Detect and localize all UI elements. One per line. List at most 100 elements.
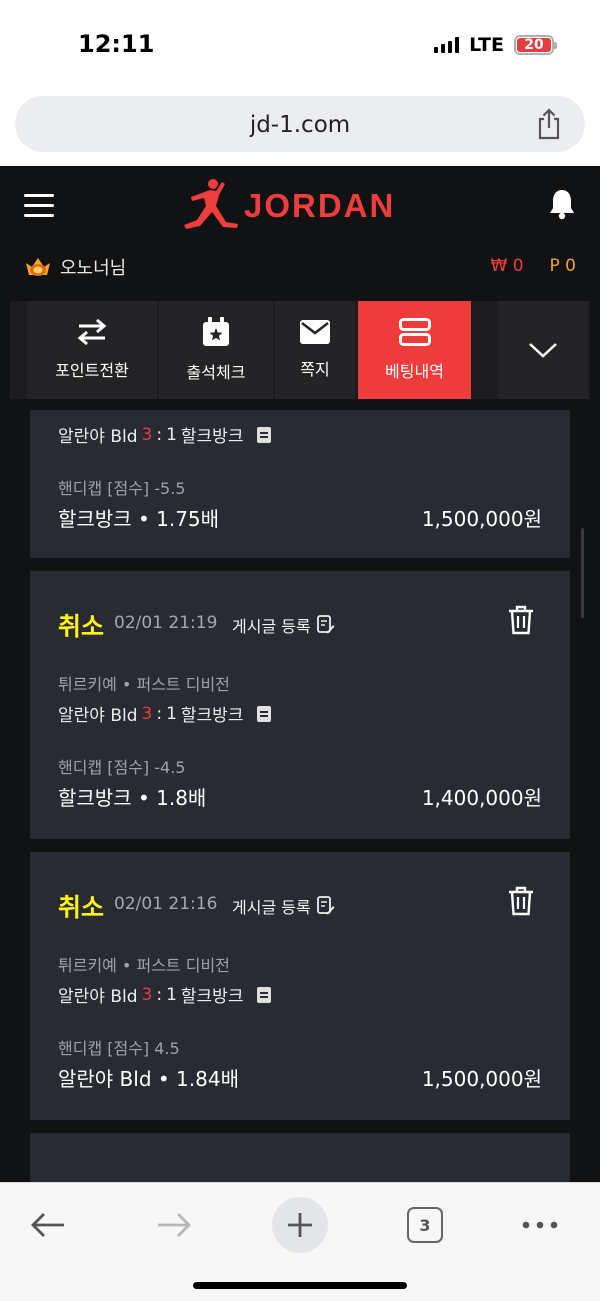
document-icon[interactable] [257, 986, 272, 1003]
chevron-down-icon [529, 343, 557, 358]
forward-button[interactable] [146, 1197, 202, 1253]
nav-label: 베팅내역 [385, 362, 444, 381]
home-score: 3 [141, 703, 153, 724]
document-icon[interactable] [257, 705, 272, 722]
post-register-label: 게시글 등록 [232, 898, 311, 917]
edit-document-icon [316, 896, 335, 915]
home-team: 알란야 Bld [58, 987, 138, 1007]
nav-label: 출석체크 [186, 363, 246, 382]
match-teams: 알란야 Bld 3 : 1 할크방크 [58, 982, 272, 1007]
url-text[interactable]: jd-1.com [15, 112, 585, 138]
status-indicators: LTE 20 [434, 34, 557, 56]
home-score: 3 [141, 984, 153, 1005]
score-separator: : [156, 424, 163, 445]
away-score: 1 [166, 424, 177, 445]
home-team: 알란야 Bld [58, 706, 138, 726]
document-icon[interactable] [257, 426, 272, 443]
jumpman-icon [184, 179, 238, 229]
brand-name: JORDAN [244, 187, 396, 224]
post-register-label: 게시글 등록 [232, 617, 311, 636]
tab-count: 3 [407, 1207, 443, 1243]
address-bar[interactable]: jd-1.com [15, 96, 585, 152]
back-button[interactable] [20, 1197, 76, 1253]
point-balance[interactable]: P 0 [550, 256, 576, 276]
level-badge-icon [26, 258, 50, 276]
home-score: 3 [141, 424, 153, 445]
bet-status: 취소 [58, 893, 105, 922]
status-bar: 12:11 LTE 20 [0, 0, 600, 90]
bet-card: 알란야 Bld 3 : 1 할크방크 핸디캡 [점수] -5.5 할크방크 • … [30, 410, 570, 558]
wallet: ₩ 0 P 0 [490, 256, 576, 276]
bet-pick: 알란야 Bld • 1.84배 [58, 1067, 239, 1091]
new-tab-button[interactable] [272, 1197, 328, 1253]
away-team: 할크방크 [180, 706, 244, 726]
plus-icon [288, 1213, 312, 1237]
bet-league: 튀르키예 • 퍼스트 디비전 [58, 675, 230, 694]
pick-odds: 1.84배 [176, 1067, 239, 1091]
bet-status: 취소 [58, 612, 105, 641]
nav-attendance[interactable]: 출석체크 [159, 301, 273, 399]
score-separator: : [156, 703, 163, 724]
user-name: 오노너님 [60, 258, 127, 279]
mail-icon [300, 320, 330, 344]
bet-amount: 1,400,000원 [421, 786, 542, 810]
away-team: 할크방크 [180, 987, 244, 1007]
bell-icon[interactable] [548, 188, 576, 220]
trash-icon[interactable] [508, 886, 534, 916]
nav-more-button[interactable] [498, 301, 588, 399]
scrollbar[interactable] [581, 528, 584, 618]
nav-label: 포인트전환 [55, 361, 129, 380]
pick-team: 할크방크 [58, 507, 132, 531]
brand-logo[interactable]: JORDAN [180, 178, 395, 234]
battery-icon: 20 [514, 35, 557, 55]
bet-market: 핸디캡 [점수] -5.5 [58, 479, 186, 498]
browser-address-area: jd-1.com [0, 90, 600, 166]
bet-league: 튀르키예 • 퍼스트 디비전 [58, 956, 230, 975]
edit-document-icon [316, 615, 335, 634]
home-indicator [193, 1282, 407, 1289]
more-dots-icon [522, 1221, 558, 1229]
bet-amount: 1,500,000원 [421, 1067, 542, 1091]
bet-card: 취소 02/01 21:16 게시글 등록 튀르키예 • 퍼스트 디비전 알란야… [30, 852, 570, 1120]
browser-toolbar: 3 [0, 1182, 600, 1301]
arrow-right-icon [158, 1213, 191, 1237]
bet-card [30, 1133, 570, 1182]
arrow-left-icon [31, 1213, 64, 1237]
pick-odds: 1.8배 [156, 786, 207, 810]
network-type: LTE [469, 34, 504, 56]
calendar-star-icon [203, 317, 229, 346]
nav-bet-history[interactable]: 베팅내역 [358, 301, 471, 399]
bet-pick: 할크방크 • 1.8배 [58, 786, 207, 810]
bet-amount: 1,500,000원 [421, 507, 542, 531]
quick-nav: 포인트전환 출석체크 쪽지 베팅내역 [10, 301, 590, 399]
bet-card: 취소 02/01 21:19 게시글 등록 튀르키예 • 퍼스트 디비전 알란야… [30, 571, 570, 839]
bet-market: 핸디캡 [점수] 4.5 [58, 1039, 180, 1058]
score-separator: : [156, 984, 163, 1005]
money-balance[interactable]: ₩ 0 [490, 256, 523, 276]
exchange-icon [77, 319, 107, 345]
nav-point-exchange[interactable]: 포인트전환 [27, 301, 157, 399]
more-button[interactable] [512, 1197, 568, 1253]
match-teams: 알란야 Bld 3 : 1 할크방크 [58, 701, 272, 726]
match-teams: 알란야 Bld 3 : 1 할크방크 [58, 422, 272, 447]
bet-market: 핸디캡 [점수] -4.5 [58, 758, 186, 777]
away-score: 1 [166, 703, 177, 724]
user-info[interactable]: 오노너님 [24, 254, 126, 280]
post-register-button[interactable]: 게시글 등록 [232, 894, 335, 918]
tabs-button[interactable]: 3 [397, 1197, 453, 1253]
share-icon[interactable] [535, 108, 563, 140]
menu-icon[interactable] [24, 194, 54, 218]
list-icon [398, 318, 431, 346]
away-team: 할크방크 [180, 427, 244, 447]
nav-label: 쪽지 [300, 360, 330, 379]
status-time: 12:11 [78, 30, 155, 58]
home-team: 알란야 Bld [58, 427, 138, 447]
post-register-button[interactable]: 게시글 등록 [232, 613, 335, 637]
bet-time: 02/01 21:19 [114, 613, 218, 633]
pick-team: 할크방크 [58, 786, 132, 810]
pick-team: 알란야 Bld [58, 1067, 152, 1091]
trash-icon[interactable] [508, 605, 534, 635]
bet-pick: 할크방크 • 1.75배 [58, 507, 220, 531]
signal-icon [434, 37, 460, 53]
nav-messages[interactable]: 쪽지 [275, 301, 355, 399]
